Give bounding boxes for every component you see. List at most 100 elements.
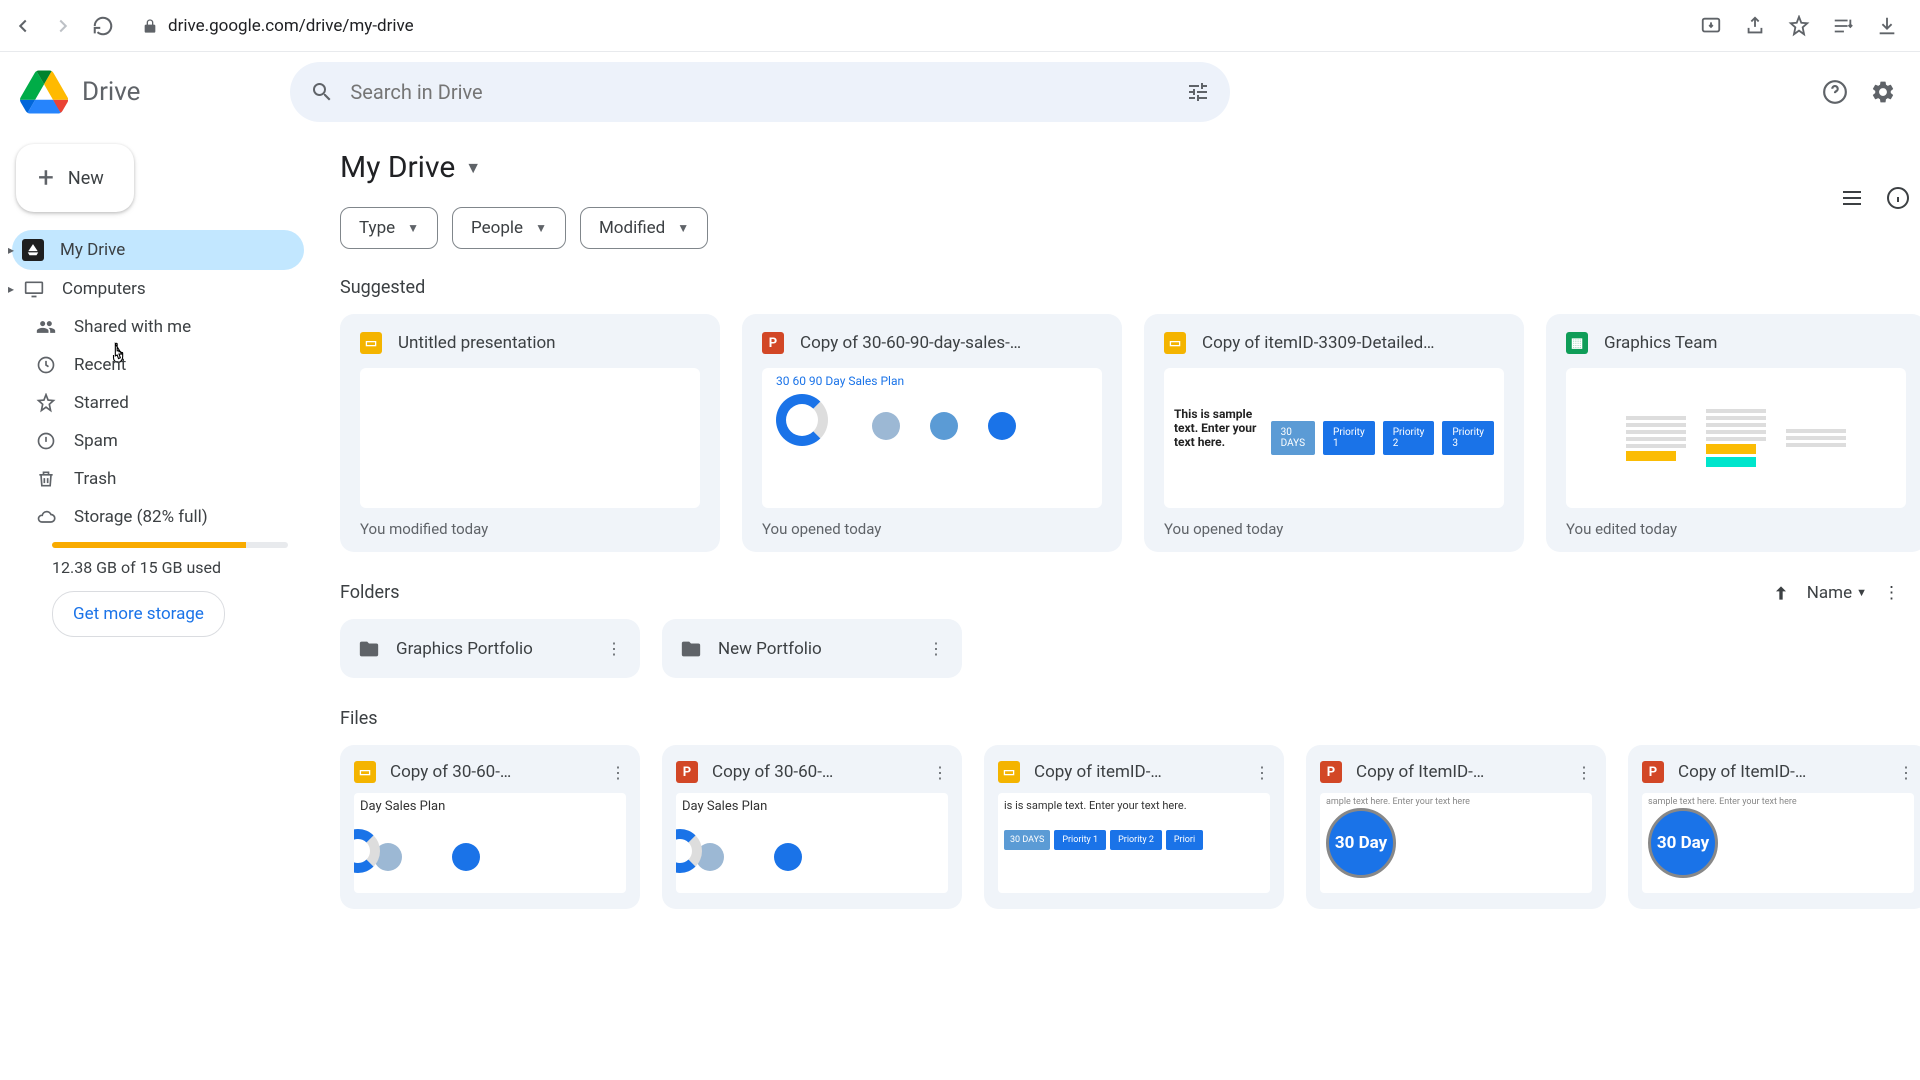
chevron-down-icon: ▼ xyxy=(535,221,547,235)
suggested-card[interactable]: ▦Graphics Team You edited today xyxy=(1546,314,1920,552)
bookmark-icon[interactable] xyxy=(1788,15,1810,37)
more-icon[interactable]: ⋮ xyxy=(1576,763,1592,782)
get-storage-button[interactable]: Get more storage xyxy=(52,591,225,637)
sort-direction-button[interactable] xyxy=(1771,583,1791,603)
app-header: Drive xyxy=(0,52,1920,132)
chevron-down-icon: ▼ xyxy=(677,221,689,235)
content-area: My Drive ▼ Type▼ People▼ Modified▼ Sugge… xyxy=(320,132,1920,1080)
info-icon[interactable] xyxy=(1886,186,1910,210)
sidebar-item-spam[interactable]: Spam xyxy=(12,422,304,460)
sidebar-item-label: Starred xyxy=(74,393,129,413)
sidebar-item-recent[interactable]: Recent xyxy=(12,346,304,384)
suggested-card[interactable]: PCopy of 30-60-90-day-sales-… 30 60 90 D… xyxy=(742,314,1122,552)
section-folders: Folders xyxy=(340,582,400,603)
file-item[interactable]: PCopy of ItemID-…⋮ ample text here. Ente… xyxy=(1306,745,1606,909)
more-icon[interactable]: ⋮ xyxy=(602,635,626,662)
thumbnail: sample text here. Enter your text here30… xyxy=(1642,793,1914,893)
search-icon xyxy=(310,80,334,104)
section-suggested: Suggested xyxy=(340,277,1920,298)
drive-logo-icon[interactable] xyxy=(20,68,68,116)
chevron-down-icon: ▼ xyxy=(465,158,481,178)
powerpoint-icon: P xyxy=(1320,761,1342,783)
view-actions xyxy=(1840,186,1910,210)
sidebar-item-label: Computers xyxy=(62,279,146,299)
share-icon[interactable] xyxy=(1744,15,1766,37)
suggested-card[interactable]: ▭Copy of itemID-3309-Detailed… This is s… xyxy=(1144,314,1524,552)
sidebar-item-starred[interactable]: Starred xyxy=(12,384,304,422)
thumbnail: Day Sales Plan xyxy=(354,793,626,893)
chevron-down-icon: ▼ xyxy=(407,221,419,235)
browser-toolbar: drive.google.com/drive/my-drive xyxy=(0,0,1920,52)
browser-actions xyxy=(1700,15,1898,37)
trash-icon xyxy=(34,469,58,489)
breadcrumb[interactable]: My Drive ▼ xyxy=(340,150,1920,185)
sidebar-item-trash[interactable]: Trash xyxy=(12,460,304,498)
file-item[interactable]: ▭Copy of itemID-…⋮ is is sample text. En… xyxy=(984,745,1284,909)
slides-icon: ▭ xyxy=(354,761,376,783)
address-bar[interactable]: drive.google.com/drive/my-drive xyxy=(142,16,1682,36)
file-item[interactable]: PCopy of ItemID-…⋮ sample text here. Ent… xyxy=(1628,745,1920,909)
url-text: drive.google.com/drive/my-drive xyxy=(168,16,414,36)
file-item[interactable]: ▭Copy of 30-60-…⋮ Day Sales Plan xyxy=(340,745,640,909)
storage-bar xyxy=(52,542,288,548)
chevron-down-icon: ▼ xyxy=(1856,586,1867,599)
new-button[interactable]: + New xyxy=(16,144,134,212)
sidebar-item-label: My Drive xyxy=(60,240,125,260)
reading-list-icon[interactable] xyxy=(1832,15,1854,37)
reload-button[interactable] xyxy=(92,15,114,37)
forward-button[interactable] xyxy=(52,15,74,37)
cloud-icon xyxy=(34,507,58,527)
app-name: Drive xyxy=(82,77,140,107)
sidebar-item-computers[interactable]: ▸ Computers xyxy=(12,270,304,308)
search-bar[interactable] xyxy=(290,62,1230,122)
suggested-card[interactable]: ▭Untitled presentation You modified toda… xyxy=(340,314,720,552)
install-icon[interactable] xyxy=(1700,15,1722,37)
powerpoint-icon: P xyxy=(1642,761,1664,783)
more-icon[interactable]: ⋮ xyxy=(1254,763,1270,782)
sidebar-item-storage[interactable]: Storage (82% full) xyxy=(12,498,304,536)
chevron-right-icon: ▸ xyxy=(8,282,14,296)
file-item[interactable]: PCopy of 30-60-…⋮ Day Sales Plan xyxy=(662,745,962,909)
shared-icon xyxy=(34,317,58,337)
search-input[interactable] xyxy=(350,80,1170,104)
spam-icon xyxy=(34,431,58,451)
folders-row: Graphics Portfolio ⋮ New Portfolio ⋮ xyxy=(340,619,1920,678)
sort-controls: Name▼ ⋮ xyxy=(1771,583,1900,603)
slides-icon: ▭ xyxy=(998,761,1020,783)
folder-item[interactable]: Graphics Portfolio ⋮ xyxy=(340,619,640,678)
sidebar: + New ▸ My Drive ▸ Computers Shared with… xyxy=(0,132,320,1080)
slides-icon: ▭ xyxy=(1164,332,1186,354)
sheets-icon: ▦ xyxy=(1566,332,1588,354)
download-icon[interactable] xyxy=(1876,15,1898,37)
filter-people[interactable]: People▼ xyxy=(452,207,566,249)
back-button[interactable] xyxy=(12,15,34,37)
list-view-icon[interactable] xyxy=(1840,186,1864,210)
more-icon[interactable]: ⋮ xyxy=(1883,583,1900,603)
thumbnail xyxy=(360,368,700,508)
help-icon[interactable] xyxy=(1822,79,1848,105)
settings-icon[interactable] xyxy=(1870,79,1896,105)
filter-chips: Type▼ People▼ Modified▼ xyxy=(340,207,1920,249)
sidebar-item-shared[interactable]: Shared with me xyxy=(12,308,304,346)
sidebar-item-label: Storage (82% full) xyxy=(74,507,208,527)
filter-modified[interactable]: Modified▼ xyxy=(580,207,708,249)
more-icon[interactable]: ⋮ xyxy=(1898,763,1914,782)
recent-icon xyxy=(34,355,58,375)
section-files: Files xyxy=(340,708,1920,729)
more-icon[interactable]: ⋮ xyxy=(610,763,626,782)
sidebar-item-label: Shared with me xyxy=(74,317,191,337)
filter-type[interactable]: Type▼ xyxy=(340,207,438,249)
chevron-right-icon: ▸ xyxy=(8,243,14,257)
folder-icon xyxy=(680,638,702,660)
thumbnail: ample text here. Enter your text here30 … xyxy=(1320,793,1592,893)
sidebar-item-my-drive[interactable]: ▸ My Drive xyxy=(12,230,304,270)
thumbnail xyxy=(1566,368,1906,508)
folder-item[interactable]: New Portfolio ⋮ xyxy=(662,619,962,678)
tune-icon[interactable] xyxy=(1186,80,1210,104)
thumbnail: is is sample text. Enter your text here.… xyxy=(998,793,1270,893)
new-button-label: New xyxy=(68,168,104,189)
more-icon[interactable]: ⋮ xyxy=(932,763,948,782)
more-icon[interactable]: ⋮ xyxy=(924,635,948,662)
folder-icon xyxy=(358,638,380,660)
sort-by-button[interactable]: Name▼ xyxy=(1807,583,1867,603)
